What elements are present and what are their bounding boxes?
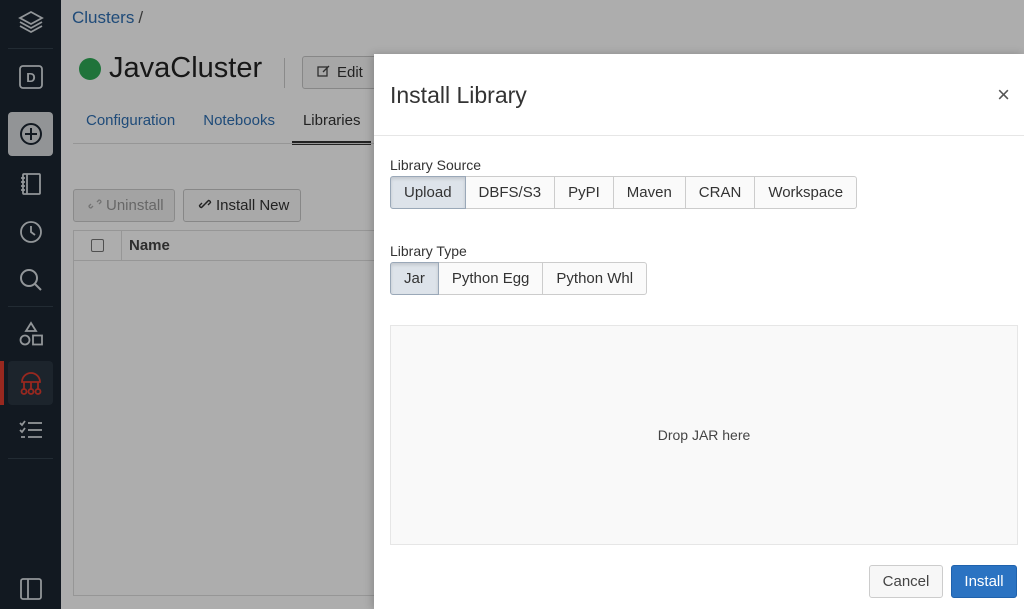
- modal-header-divider: [374, 135, 1024, 136]
- library-type-selector: Jar Python Egg Python Whl: [390, 262, 648, 295]
- source-pypi-option[interactable]: PyPI: [554, 176, 614, 209]
- library-source-selector: Upload DBFS/S3 PyPI Maven CRAN Workspace: [390, 176, 858, 209]
- type-python-whl-option[interactable]: Python Whl: [542, 262, 648, 295]
- install-library-modal: Install Library × Library Source Upload …: [374, 54, 1024, 609]
- modal-title: Install Library: [390, 82, 527, 108]
- close-icon[interactable]: ×: [997, 84, 1010, 106]
- source-cran-option[interactable]: CRAN: [684, 176, 756, 209]
- library-type-label: Library Type: [390, 243, 467, 259]
- library-source-label: Library Source: [390, 157, 482, 173]
- type-jar-option[interactable]: Jar: [390, 262, 439, 295]
- source-upload-option[interactable]: Upload: [390, 176, 466, 209]
- type-python-egg-option[interactable]: Python Egg: [437, 262, 544, 295]
- source-dbfs-option[interactable]: DBFS/S3: [464, 176, 556, 209]
- cancel-button[interactable]: Cancel: [869, 565, 943, 598]
- file-dropzone[interactable]: Drop JAR here: [390, 325, 1018, 545]
- dropzone-text: Drop JAR here: [657, 427, 751, 443]
- source-maven-option[interactable]: Maven: [612, 176, 686, 209]
- source-workspace-option[interactable]: Workspace: [754, 176, 858, 209]
- install-button[interactable]: Install: [951, 565, 1017, 598]
